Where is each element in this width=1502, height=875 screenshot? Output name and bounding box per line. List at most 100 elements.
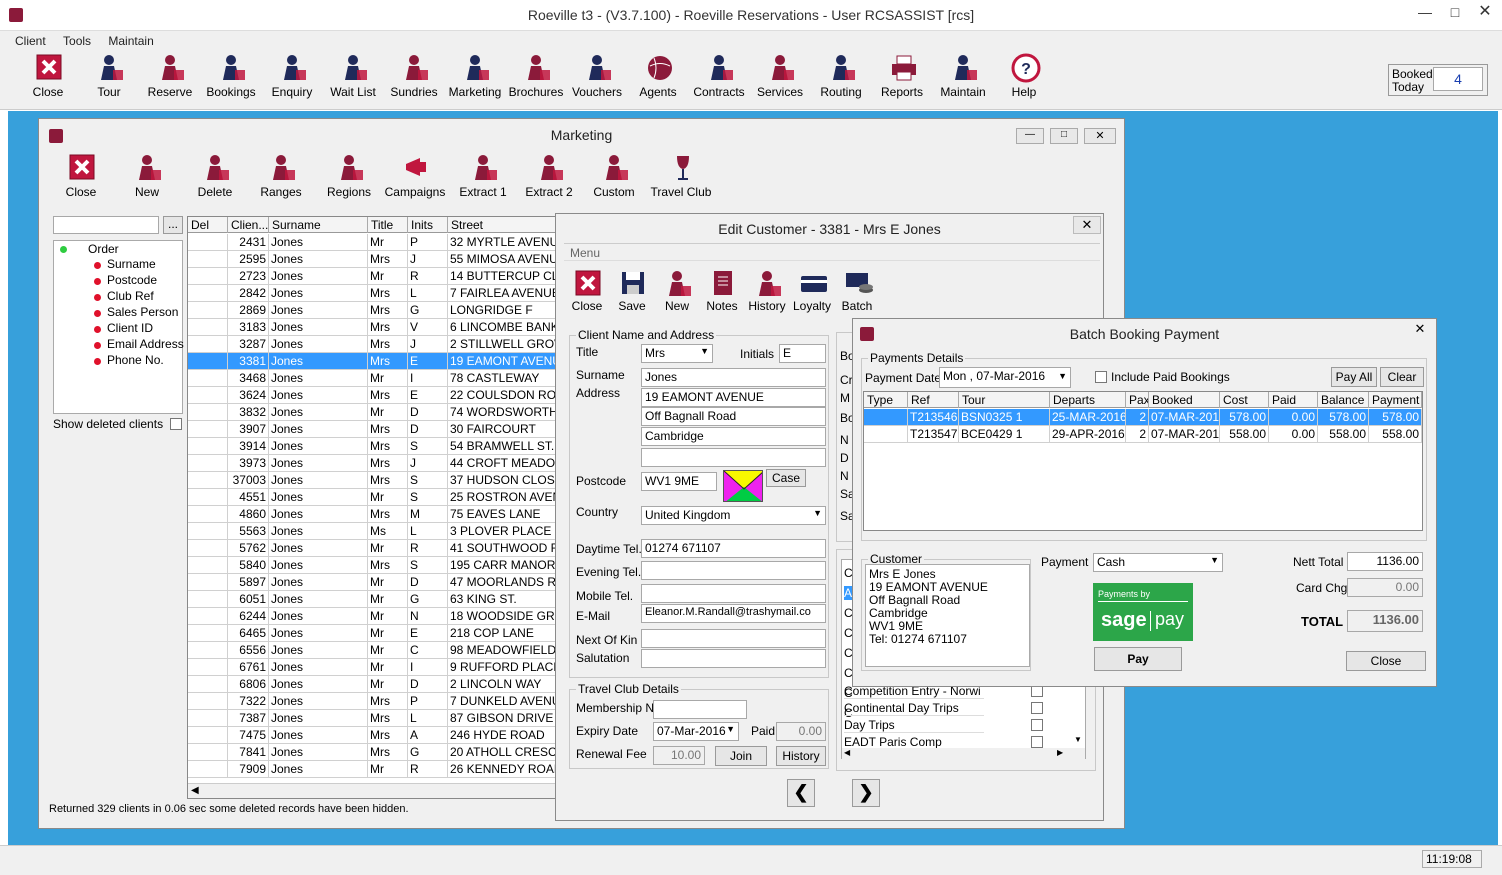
- toolbar-reserve-button[interactable]: Reserve: [140, 53, 200, 99]
- booking-row[interactable]: T213546 BSN0325 1 25-MAR-2016 2 07-MAR-2016 5…: [864, 409, 1422, 426]
- address-line-1[interactable]: 19 EAMONT AVENUE: [641, 388, 826, 407]
- booking-column-header[interactable]: Cost: [1220, 392, 1269, 408]
- show-deleted-checkbox[interactable]: [170, 418, 182, 430]
- join-button[interactable]: Join: [715, 746, 767, 766]
- payment-date-input[interactable]: Mon , 07-Mar-2016 ▼: [939, 367, 1071, 388]
- address-line-4[interactable]: [641, 448, 826, 467]
- scroll-left-arrow-icon[interactable]: ◀: [191, 785, 199, 796]
- marketing-minimize-button[interactable]: —: [1016, 128, 1044, 144]
- client-row[interactable]: 3973 Jones Mrs J 44 CROFT MEADOW: [188, 455, 556, 472]
- client-column-header[interactable]: Surname: [269, 217, 368, 233]
- interest-checkbox[interactable]: [1031, 736, 1043, 748]
- client-row[interactable]: 3832JonesMrD74 WORDSWORTH S: [188, 404, 556, 421]
- next-of-kin-input[interactable]: [641, 629, 826, 648]
- client-grid-hscrollbar[interactable]: ◀: [188, 783, 556, 798]
- initials-input[interactable]: E: [779, 344, 826, 363]
- toolbar-routing-button[interactable]: Routing: [811, 53, 871, 99]
- marketing-custom-button[interactable]: Custom: [582, 153, 646, 199]
- client-search-input[interactable]: [53, 216, 159, 234]
- toolbar-marketing-button[interactable]: Marketing: [445, 53, 505, 99]
- client-row[interactable]: 7322 Jones Mrs P 7 DUNKELD AVENUE: [188, 693, 556, 710]
- client-row[interactable]: 5762 Jones Mr R 41 SOUTHWOOD RO: [188, 540, 556, 557]
- client-row[interactable]: 6051 Jones Mr G 63 KING ST.: [188, 591, 556, 608]
- email-input[interactable]: Eleanor.M.Randall@trashymail.co: [641, 604, 826, 623]
- country-select[interactable]: United Kingdom ▼: [641, 506, 826, 525]
- client-row[interactable]: 6465 Jones Mr E 218 COP LANE: [188, 625, 556, 642]
- surname-input[interactable]: Jones: [641, 368, 826, 387]
- tree-item-postcode[interactable]: Postcode: [107, 273, 157, 287]
- salutation-input[interactable]: [641, 649, 826, 668]
- client-row[interactable]: 2431 Jones Mr P 32 MYRTLE AVENUE: [188, 234, 556, 251]
- minimize-button[interactable]: —: [1410, 0, 1440, 24]
- marketing-delete-button[interactable]: Delete: [183, 153, 247, 199]
- toolbar-wait-list-button[interactable]: Wait List: [323, 53, 383, 99]
- client-row[interactable]: 7909 Jones Mr R 26 KENNEDY ROAD: [188, 761, 556, 778]
- client-row[interactable]: 37003 Jones Mrs S 37 HUDSON CLOSE: [188, 472, 556, 489]
- daytime-tel-input[interactable]: 01274 671107: [641, 539, 826, 558]
- booking-row[interactable]: T213547 BCE0429 1 29-APR-2016 2 07-MAR-2016 5…: [864, 426, 1422, 443]
- previous-record-button[interactable]: ❮: [787, 779, 815, 807]
- booking-column-header[interactable]: Type: [864, 392, 908, 408]
- evening-tel-input[interactable]: [641, 561, 826, 580]
- tree-item-email-address[interactable]: Email Address: [107, 337, 184, 351]
- client-row[interactable]: 6244JonesMrN18 WOODSIDE GROV: [188, 608, 556, 625]
- pay-button[interactable]: Pay: [1094, 647, 1182, 671]
- edit-notes-button[interactable]: Notes: [699, 269, 745, 313]
- toolbar-contracts-button[interactable]: Contracts: [689, 53, 749, 99]
- address-line-3[interactable]: Cambridge: [641, 427, 826, 446]
- edit-loyalty-button[interactable]: Loyalty: [789, 269, 835, 313]
- clear-button[interactable]: Clear: [1380, 367, 1424, 387]
- include-paid-checkbox[interactable]: [1095, 371, 1107, 383]
- client-row[interactable]: 3907 Jones Mrs D 30 FAIRCOURT: [188, 421, 556, 438]
- client-search-button[interactable]: ...: [163, 216, 183, 234]
- client-row[interactable]: 7387 Jones Mrs L 87 GIBSON DRIVE: [188, 710, 556, 727]
- client-row[interactable]: 2595 Jones Mrs J 55 MIMOSA AVENUE: [188, 251, 556, 268]
- client-row[interactable]: 3468 Jones Mr I 78 CASTLEWAY: [188, 370, 556, 387]
- booking-column-header[interactable]: Payment: [1369, 392, 1422, 408]
- toolbar-reports-button[interactable]: Reports: [872, 53, 932, 99]
- tree-item-surname[interactable]: Surname: [107, 257, 156, 271]
- marketing-close-window-button[interactable]: ✕: [1084, 128, 1116, 144]
- payment-method-select[interactable]: Cash ▼: [1093, 553, 1223, 572]
- client-column-header[interactable]: Del: [188, 217, 228, 233]
- client-row[interactable]: 4860 Jones Mrs M 75 EAVES LANE: [188, 506, 556, 523]
- title-select[interactable]: Mrs ▼: [641, 344, 713, 363]
- client-row[interactable]: 2842 Jones Mrs L 7 FAIRLEA AVENUE: [188, 285, 556, 302]
- edit-close-button[interactable]: Close: [564, 269, 610, 313]
- marketing-extract-2-button[interactable]: Extract 2: [517, 153, 581, 199]
- menu-maintain[interactable]: Maintain: [101, 31, 160, 51]
- toolbar-vouchers-button[interactable]: Vouchers: [567, 53, 627, 99]
- booking-column-header[interactable]: Booked: [1149, 392, 1220, 408]
- toolbar-close-button[interactable]: Close: [18, 53, 78, 99]
- tree-item-client-id[interactable]: Client ID: [107, 321, 153, 335]
- edit-save-button[interactable]: Save: [609, 269, 655, 313]
- menu-tools[interactable]: Tools: [56, 31, 98, 51]
- expiry-date-input[interactable]: 07-Mar-2016 ▼: [653, 722, 739, 741]
- booking-column-header[interactable]: Ref: [908, 392, 959, 408]
- postcode-input[interactable]: WV1 9ME: [641, 472, 717, 491]
- toolbar-agents-button[interactable]: Agents: [628, 53, 688, 99]
- client-row[interactable]: 3183 Jones Mrs V 6 LINCOMBE BANK: [188, 319, 556, 336]
- toolbar-sundries-button[interactable]: Sundries: [384, 53, 444, 99]
- client-row[interactable]: 2869 Jones Mrs G LONGRIDGE F: [188, 302, 556, 319]
- booking-column-header[interactable]: Paid: [1269, 392, 1318, 408]
- tree-root-label[interactable]: Order: [88, 242, 119, 256]
- batch-close-window-button[interactable]: ✕: [1406, 321, 1434, 339]
- toolbar-help-button[interactable]: ? Help: [994, 53, 1054, 99]
- client-column-header[interactable]: Clien...: [228, 217, 269, 233]
- client-column-header[interactable]: Street: [448, 217, 556, 233]
- client-row[interactable]: 3624JonesMrsE22 COULSDON ROAD: [188, 387, 556, 404]
- booking-column-header[interactable]: Tour: [959, 392, 1050, 408]
- client-row[interactable]: 6556 Jones Mr C 98 MEADOWFIELD D: [188, 642, 556, 659]
- marketing-maximize-button[interactable]: □: [1050, 128, 1078, 144]
- edit-batch-button[interactable]: Batch: [834, 269, 880, 313]
- client-row[interactable]: 3914 Jones Mrs S 54 BRAMWELL ST.: [188, 438, 556, 455]
- marketing-new-button[interactable]: New: [115, 153, 179, 199]
- client-row[interactable]: 4551JonesMrS25 ROSTRON AVENU: [188, 489, 556, 506]
- client-row[interactable]: 3287JonesMrsJ2 STILLWELL GROVE: [188, 336, 556, 353]
- marketing-campaigns-button[interactable]: Campaigns: [383, 153, 447, 199]
- tree-item-club-ref[interactable]: Club Ref: [107, 289, 154, 303]
- batch-close-button[interactable]: Close: [1346, 651, 1426, 671]
- interests-hscrollbar[interactable]: ◀ ▶: [842, 748, 1085, 760]
- history-button[interactable]: History: [776, 746, 826, 766]
